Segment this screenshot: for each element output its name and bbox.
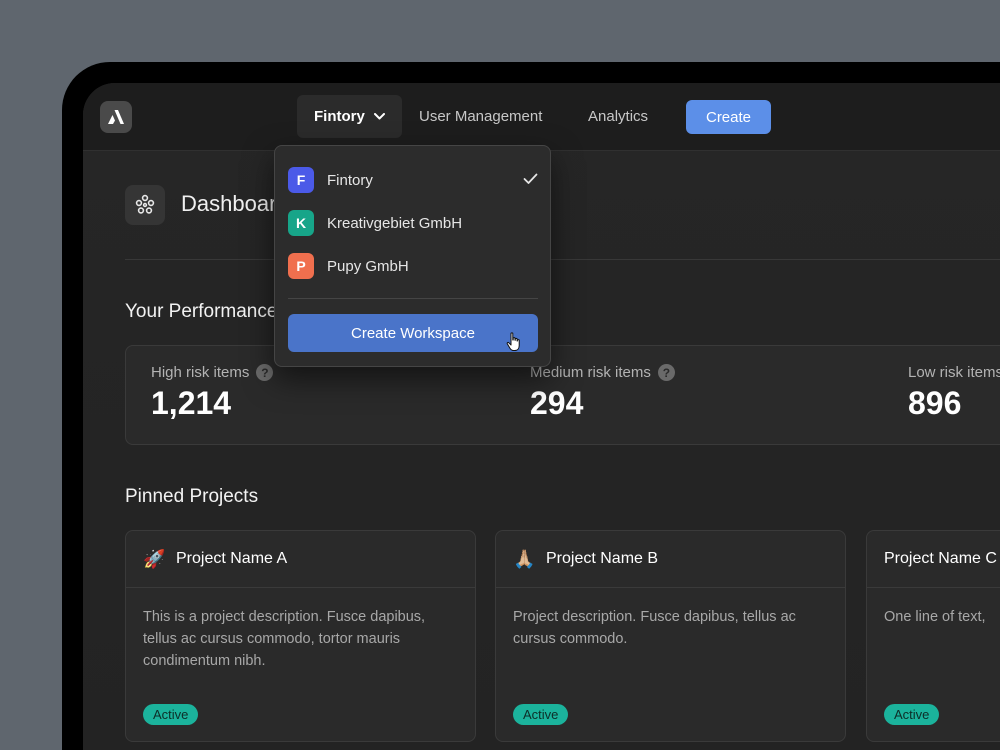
workspace-switcher-label: Fintory	[314, 108, 365, 125]
workspace-item-fintory[interactable]: F Fintory	[288, 167, 538, 193]
pinned-projects-title: Pinned Projects	[125, 486, 259, 507]
project-name: Project Name A	[176, 550, 288, 567]
stat-label: High risk items	[151, 364, 250, 381]
workspace-item-pupy[interactable]: P Pupy GmbH	[288, 253, 538, 279]
chevron-down-icon	[373, 113, 385, 120]
status-badge: Active	[143, 704, 199, 725]
header-divider	[125, 259, 1000, 260]
workspace-switcher[interactable]: Fintory	[297, 95, 402, 138]
dropdown-divider	[288, 298, 538, 299]
dashboard-icon	[125, 185, 165, 225]
workspace-name: Pupy GmbH	[327, 257, 409, 275]
hand-pointer-icon	[506, 332, 522, 356]
project-description: This is a project description. Fusce dap…	[143, 609, 426, 669]
stat-label: Low risk items	[908, 364, 1000, 381]
stat-high-risk: High risk items ? 1,214	[151, 364, 274, 422]
workspace-name: Fintory	[327, 171, 373, 189]
project-name: Project Name C	[884, 550, 997, 567]
status-badge: Active	[513, 704, 569, 725]
project-card-a[interactable]: 🚀 Project Name A This is a project descr…	[125, 530, 476, 742]
nav-analytics[interactable]: Analytics	[588, 95, 648, 138]
stat-value: 1,214	[151, 385, 232, 421]
workspace-item-kreativgebiet[interactable]: K Kreativgebiet GmbH	[288, 210, 538, 236]
create-workspace-label: Create Workspace	[351, 324, 475, 342]
create-workspace-button[interactable]: Create Workspace	[288, 314, 538, 352]
performance-stats-panel: High risk items ? 1,214 Medium risk item…	[125, 345, 1000, 445]
help-icon[interactable]: ?	[657, 364, 675, 381]
logo-icon	[108, 110, 124, 124]
help-icon[interactable]: ?	[256, 364, 274, 381]
project-description: One line of text,	[884, 609, 986, 625]
workspace-avatar: K	[288, 210, 314, 236]
workspace-name: Kreativgebiet GmbH	[327, 214, 463, 232]
nav-user-management[interactable]: User Management	[419, 95, 542, 138]
workspace-dropdown-menu: F Fintory K Kreativgebiet GmbH P Pupy Gm…	[274, 145, 551, 367]
stat-value: 896	[908, 385, 962, 421]
project-description: Project description. Fusce dapibus, tell…	[513, 609, 796, 647]
project-card-b[interactable]: 🙏🏼 Project Name B Project description. F…	[495, 530, 846, 742]
rocket-icon: 🚀	[143, 548, 166, 569]
stat-medium-risk: Medium risk items ? 294	[530, 364, 675, 422]
stat-label: Medium risk items	[530, 364, 651, 381]
project-card-c[interactable]: Project Name C One line of text, Active	[866, 530, 1000, 742]
project-name: Project Name B	[546, 550, 659, 567]
workspace-avatar: F	[288, 167, 314, 193]
app-logo[interactable]	[100, 101, 132, 133]
top-navigation-bar: Fintory User Management Analytics Create	[83, 83, 1000, 151]
checkmark-icon	[523, 172, 538, 190]
praying-hands-icon: 🙏🏼	[513, 548, 536, 569]
status-badge: Active	[884, 704, 940, 725]
workspace-avatar: P	[288, 253, 314, 279]
performance-title: Your Performance	[125, 301, 278, 322]
page-title: Dashboard	[181, 191, 289, 216]
stat-value: 294	[530, 385, 584, 421]
create-button[interactable]: Create	[686, 100, 771, 134]
stat-low-risk: Low risk items 896	[908, 364, 1000, 422]
